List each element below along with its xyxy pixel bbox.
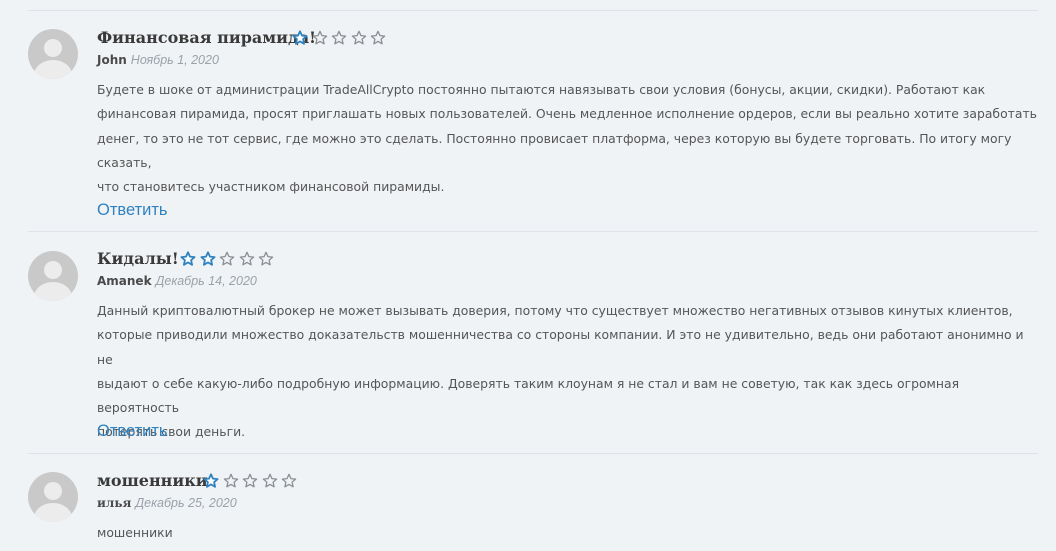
star-filled-icon — [203, 473, 219, 488]
review-body-line: что становитесь участником финансовой пи… — [97, 179, 445, 195]
star-empty-icon — [262, 473, 277, 488]
review-body-line: Будете в шоке от администрации TradeAllC… — [97, 82, 986, 97]
review-author: John — [97, 53, 127, 67]
star-filled-icon — [292, 30, 308, 45]
review-title: мошенники — [97, 471, 208, 490]
review-date: Декабрь 14, 2020 — [155, 274, 257, 288]
review-title: Финансовая пирамида! — [97, 28, 317, 47]
star-filled-icon — [200, 251, 215, 266]
review-body-line: Данный криптовалютный брокер не может вы… — [97, 303, 1013, 318]
avatar — [28, 251, 78, 301]
star-filled-icon — [180, 251, 196, 266]
review-body-line: мошенники — [97, 525, 173, 540]
star-rating — [292, 30, 390, 48]
star-empty-icon — [223, 473, 238, 488]
star-empty-icon — [331, 30, 347, 45]
reply-link[interactable]: Ответить — [97, 422, 168, 441]
star-empty-icon — [239, 251, 254, 266]
avatar — [28, 29, 78, 79]
review-author: илья — [97, 496, 132, 510]
review-body-line: денег, то это не тот сервис, где можно э… — [97, 130, 1012, 170]
review-meta: Amanek Декабрь 14, 2020 — [97, 274, 257, 288]
star-empty-icon — [281, 473, 297, 488]
star-empty-icon — [258, 251, 274, 266]
review-meta: John Ноябрь 1, 2020 — [97, 53, 219, 67]
review-meta: илья Декабрь 25, 2020 — [97, 496, 237, 510]
star-empty-icon — [351, 30, 366, 45]
review-title: Кидалы! — [97, 249, 179, 268]
review-body: мошенники — [97, 521, 1037, 545]
review-body: Данный криптовалютный брокер не может вы… — [97, 299, 1037, 445]
review-body-line: потерять свои деньги. — [97, 424, 246, 440]
review-body: Будете в шоке от администрации TradeAllC… — [97, 78, 1037, 199]
reply-link[interactable]: Ответить — [97, 201, 168, 220]
review-separator — [28, 10, 1038, 11]
review-date: Декабрь 25, 2020 — [135, 496, 237, 510]
star-rating — [180, 251, 278, 269]
review-body-line: финансовая пирамида, просят приглашать н… — [97, 106, 1037, 122]
star-empty-icon — [242, 473, 258, 488]
review-separator — [28, 453, 1038, 454]
avatar — [28, 472, 78, 522]
star-empty-icon — [370, 30, 386, 45]
review-author: Amanek — [97, 274, 152, 288]
star-empty-icon — [219, 251, 235, 266]
review-date: Ноябрь 1, 2020 — [130, 53, 219, 67]
review-body-line: выдают о себе какую-либо подробную инфор… — [97, 375, 960, 416]
star-rating — [203, 473, 301, 491]
review-body-line: которые приводили множество доказательст… — [97, 327, 1024, 367]
review-separator — [28, 231, 1038, 232]
star-empty-icon — [312, 30, 327, 45]
